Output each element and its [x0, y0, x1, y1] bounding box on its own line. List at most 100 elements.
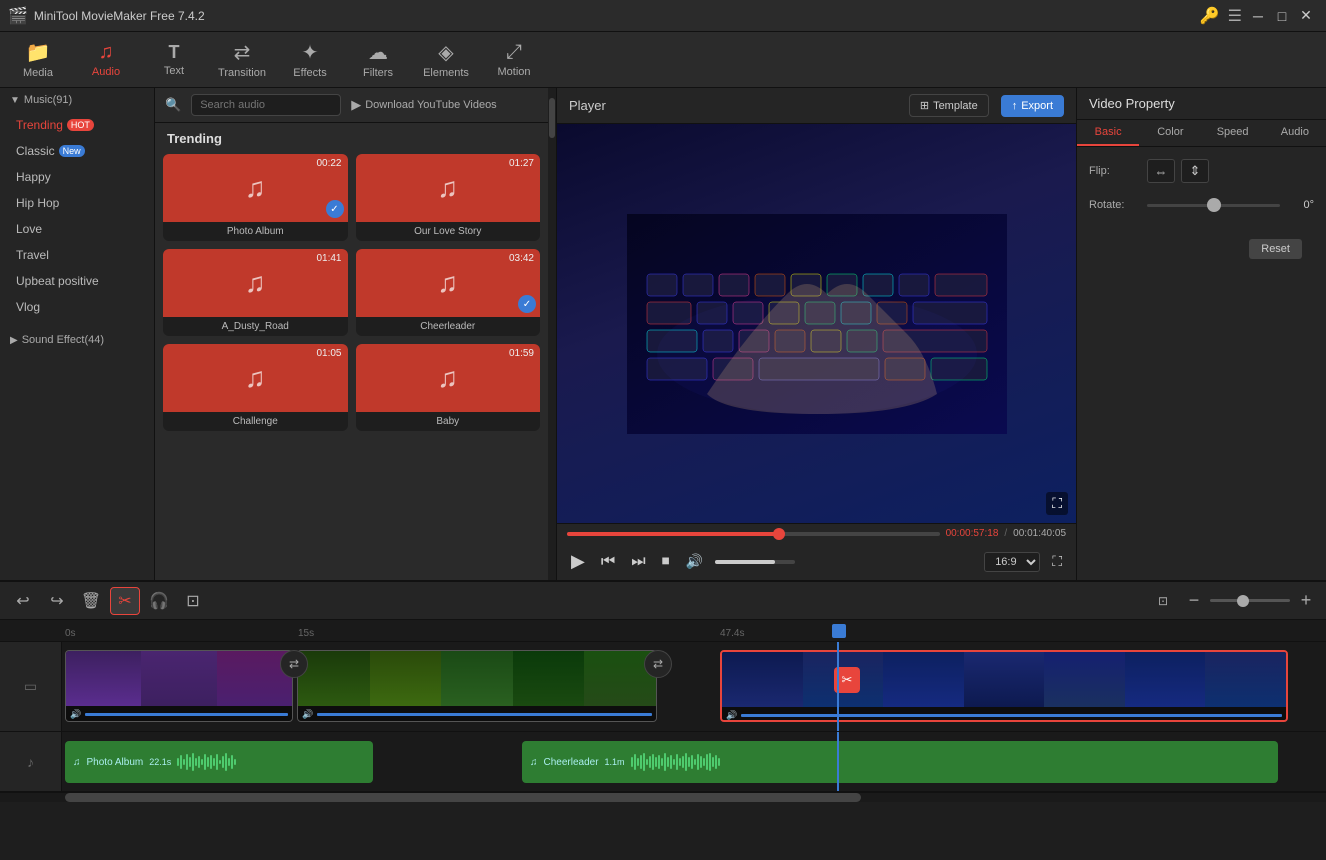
video-clip-3[interactable]: 🔊 — [720, 650, 1288, 722]
stop-button[interactable]: ⏹ — [658, 549, 674, 575]
rotate-slider[interactable] — [1147, 204, 1280, 207]
audio-card-cheerleader[interactable]: ♫ 03:42 ✓ Cheerleader — [356, 249, 541, 336]
download-youtube-button[interactable]: ▶ Download YouTube Videos — [351, 97, 497, 113]
video-track-icon: ▭ — [24, 678, 37, 695]
sidebar-item-classic[interactable]: Classic New — [0, 138, 154, 164]
menu-icon[interactable]: ☰ — [1228, 6, 1242, 26]
check-badge-cheerleader: ✓ — [518, 295, 536, 313]
transition-marker-1[interactable]: ⇄ — [280, 650, 308, 678]
duration-baby: 01:59 — [509, 348, 534, 359]
play-button[interactable]: ▶ — [567, 547, 589, 576]
sidebar-item-love[interactable]: Love — [0, 216, 154, 242]
audio-card-a-dusty-road[interactable]: ♫ 01:41 A_Dusty_Road — [163, 249, 348, 336]
audio-label-photo-album: Photo Album — [163, 222, 348, 241]
next-frame-button[interactable]: ⏭ — [627, 549, 649, 575]
sidebar-item-hiphop[interactable]: Hip Hop — [0, 190, 154, 216]
redo-button[interactable]: ↪ — [42, 587, 72, 615]
motion-label: Motion — [497, 66, 530, 78]
volume-icon[interactable]: 🔊 — [682, 549, 707, 574]
volume-bar[interactable] — [715, 560, 795, 564]
clip-2-vol-icon: 🔊 — [302, 709, 313, 720]
crop-button[interactable]: ⊡ — [178, 587, 208, 615]
tab-color[interactable]: Color — [1139, 120, 1201, 146]
timeline-scroll[interactable] — [0, 792, 1326, 802]
audio-clip-cheerleader[interactable]: ♫ Cheerleader 1.1m — [522, 741, 1278, 783]
sound-effect-section-header[interactable]: ▶ Sound Effect(44) — [0, 328, 154, 352]
happy-label: Happy — [16, 170, 51, 184]
sidebar-item-travel[interactable]: Travel — [0, 242, 154, 268]
tool-audio[interactable]: ♫ Audio — [72, 34, 140, 86]
duration-photo-album: 00:22 — [316, 158, 341, 169]
media-label: Media — [23, 67, 53, 79]
zoom-out-button[interactable]: − — [1182, 589, 1206, 613]
sidebar-item-trending[interactable]: Trending HOT — [0, 112, 154, 138]
sidebar-item-upbeat[interactable]: Upbeat positive — [0, 268, 154, 294]
current-time: 00:00:57:18 — [946, 528, 999, 539]
tab-speed[interactable]: Speed — [1202, 120, 1264, 146]
aspect-ratio-select[interactable]: 16:9 9:16 1:1 4:3 — [984, 552, 1040, 572]
scroll-track[interactable] — [548, 88, 556, 580]
search-input[interactable] — [191, 94, 341, 116]
music-section-header[interactable]: ▼ Music(91) — [0, 88, 154, 112]
flip-horizontal-button[interactable]: ⇔ — [1147, 159, 1175, 183]
tool-transition[interactable]: ⇄ Transition — [208, 34, 276, 86]
delete-button[interactable]: 🗑 — [76, 587, 106, 615]
tool-effects[interactable]: ✦ Effects — [276, 34, 344, 86]
motion-icon: ⤢ — [506, 41, 522, 64]
sidebar-item-happy[interactable]: Happy — [0, 164, 154, 190]
template-label: Template — [933, 100, 978, 112]
scroll-thumb[interactable] — [549, 98, 555, 138]
undo-button[interactable]: ↩ — [8, 587, 38, 615]
flip-controls: ⇔ ⇕ — [1147, 159, 1314, 183]
close-button[interactable]: ✕ — [1294, 4, 1318, 28]
tab-basic[interactable]: Basic — [1077, 120, 1139, 146]
timeline-scroll-thumb[interactable] — [65, 793, 861, 802]
timeline-toolbar: ↩ ↪ 🗑 ✂ 🎧 ⊡ ⊡ − + — [0, 582, 1326, 620]
player-header: Player ⊞ Template ↑ Export — [557, 88, 1076, 124]
export-button[interactable]: ↑ Export — [1001, 95, 1064, 117]
prev-frame-button[interactable]: ⏮ — [597, 549, 619, 575]
music-note-icon-3: ♫ — [245, 267, 266, 299]
sidebar-item-vlog[interactable]: Vlog — [0, 294, 154, 320]
sound-effect-arrow-icon: ▶ — [10, 335, 18, 346]
audio-card-challenge[interactable]: ♫ 01:05 Challenge — [163, 344, 348, 431]
progress-bar[interactable] — [567, 532, 940, 536]
zoom-slider[interactable] — [1210, 599, 1290, 602]
tool-media[interactable]: 📁 Media — [4, 34, 72, 86]
cut-button[interactable]: ✂ — [110, 587, 140, 615]
audio-clip-photo-album[interactable]: ♫ Photo Album 22.1s — [65, 741, 373, 783]
tool-elements[interactable]: ◈ Elements — [412, 34, 480, 86]
audio-card-baby[interactable]: ♫ 01:59 Baby — [356, 344, 541, 431]
clip-3-sound-bar — [741, 714, 1282, 717]
elements-icon: ◈ — [438, 40, 453, 65]
tool-filters[interactable]: ☁ Filters — [344, 34, 412, 86]
rotate-value: 0° — [1286, 199, 1314, 211]
transition-marker-2[interactable]: ⇄ — [644, 650, 672, 678]
flip-vertical-button[interactable]: ⇕ — [1181, 159, 1209, 183]
tool-text[interactable]: T Text — [140, 34, 208, 86]
ruler-mark-0s: 0s — [65, 628, 76, 639]
minimize-button[interactable]: ─ — [1246, 4, 1270, 28]
audio-card-our-love-story[interactable]: ♫ 01:27 Our Love Story — [356, 154, 541, 241]
audio-panel: 🔍 ▶ Download YouTube Videos Trending ♫ 0… — [155, 88, 548, 580]
audio-card-photo-album[interactable]: ♫ 00:22 ✓ Photo Album — [163, 154, 348, 241]
reset-button[interactable]: Reset — [1249, 239, 1302, 259]
fullscreen-button[interactable]: ⛶ — [1046, 492, 1068, 515]
fit-button[interactable]: ⊡ — [1148, 587, 1178, 615]
audio-detach-button[interactable]: 🎧 — [144, 587, 174, 615]
maximize-button[interactable]: □ — [1270, 4, 1294, 28]
timeline-ruler[interactable]: 0s 15s 47.4s — [0, 620, 1326, 642]
template-button[interactable]: ⊞ Template — [909, 94, 989, 117]
zoom-in-button[interactable]: + — [1294, 589, 1318, 613]
key-icon: 🔑 — [1200, 6, 1220, 26]
tool-motion[interactable]: ⤢ Motion — [480, 34, 548, 86]
rotate-label: Rotate: — [1089, 199, 1139, 211]
video-clip-1[interactable]: 🔊 — [65, 650, 293, 722]
audio-label: Audio — [92, 66, 120, 78]
tab-audio[interactable]: Audio — [1264, 120, 1326, 146]
video-clip-2[interactable]: 🔊 — [297, 650, 657, 722]
audio-label-challenge: Challenge — [163, 412, 348, 431]
export-label: Export — [1021, 100, 1053, 112]
cut-marker[interactable]: ✂ — [834, 667, 860, 693]
fullscreen-icon[interactable]: ⛶ — [1048, 549, 1066, 574]
